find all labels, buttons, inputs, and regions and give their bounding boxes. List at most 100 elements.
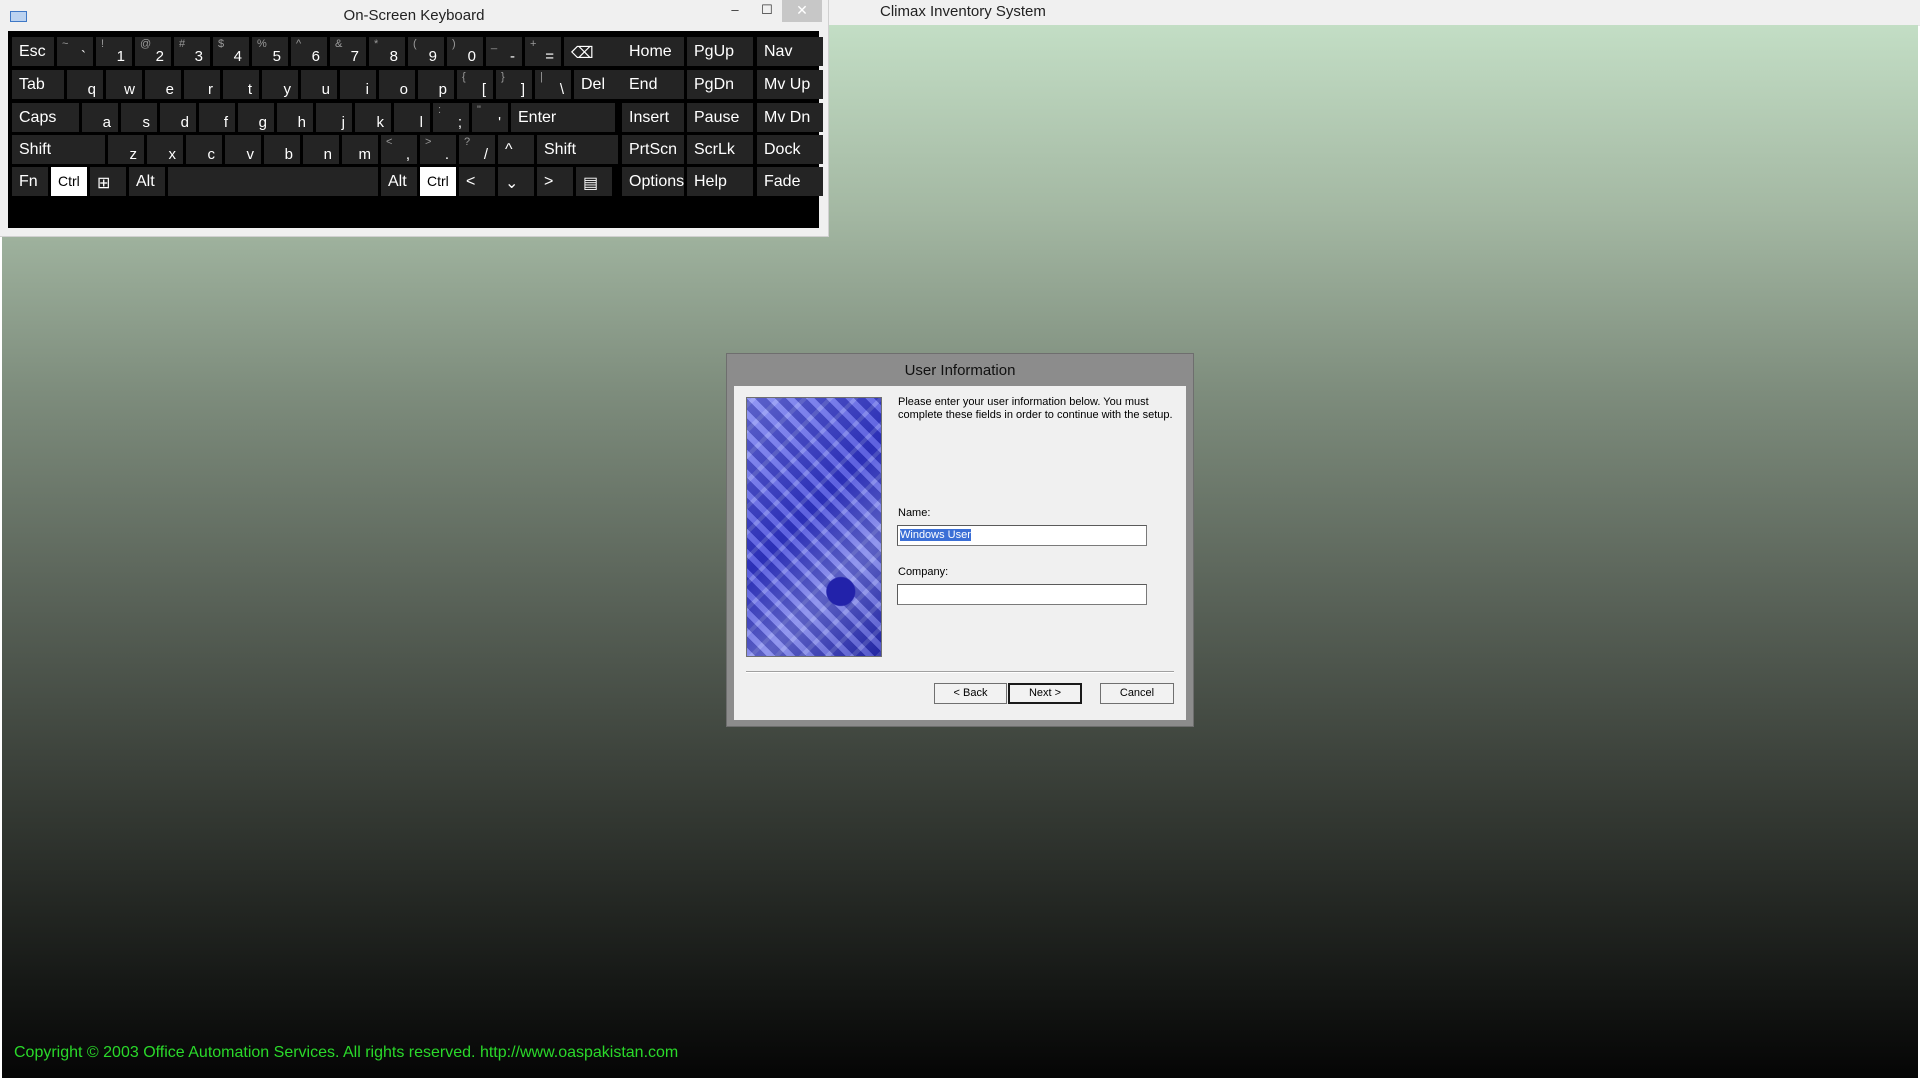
back-button[interactable]: < Back [934,683,1007,704]
osk-key-][interactable]: }] [496,70,532,99]
osk-key-label: x [168,146,177,163]
osk-key-shift-label: ! [101,38,105,50]
osk-key-home[interactable]: Home [622,37,684,66]
osk-titlebar[interactable]: On-Screen Keyboard – ☐ ✕ [0,0,828,30]
osk-key-/[interactable]: ? / [459,135,495,164]
osk-key-d[interactable]: d [160,103,196,132]
osk-key-⊞[interactable]: ⊞ [90,167,126,196]
osk-key-dock[interactable]: Dock [757,135,823,164]
osk-key-r[interactable]: r [184,70,220,99]
osk-key-alt[interactable]: Alt [129,167,165,196]
osk-key-ctrl[interactable]: Ctrl [51,167,87,196]
company-field[interactable] [897,584,1147,605]
osk-key-z[interactable]: z [108,135,144,164]
osk-key-j[interactable]: j [316,103,352,132]
osk-key-shift-label: _ [491,38,498,50]
osk-key-6[interactable]: ^ 6 [291,37,327,66]
osk-key-a[interactable]: a [82,103,118,132]
osk-key-alt[interactable]: Alt [381,167,417,196]
osk-key-t[interactable]: t [223,70,259,99]
close-button[interactable]: ✕ [782,0,822,22]
osk-key-b[interactable]: b [264,135,300,164]
osk-key-help[interactable]: Help [687,167,753,196]
osk-key-label: ' [498,114,501,131]
name-field[interactable]: Windows User [897,525,1147,546]
osk-key-c[interactable]: c [186,135,222,164]
osk-key-w[interactable]: w [106,70,142,99]
osk-key-prtscn[interactable]: PrtScn [622,135,684,164]
osk-key-1[interactable]: ! 1 [96,37,132,66]
osk-key-⌄[interactable]: ⌄ [498,167,534,196]
osk-key-7[interactable]: & 7 [330,37,366,66]
osk-key-4[interactable]: $4 [213,37,249,66]
osk-key-fade[interactable]: Fade [757,167,823,196]
osk-key-label: PgDn [694,76,735,93]
osk-key-u[interactable]: u [301,70,337,99]
osk-key-s[interactable]: s [121,103,157,132]
osk-key-options[interactable]: Options [622,167,684,196]
osk-key-v[interactable]: v [225,135,261,164]
osk-key->[interactable]: > [537,167,573,196]
osk-key-m[interactable]: m [342,135,378,164]
osk-key-shift[interactable]: Shift [537,135,618,164]
osk-key-9[interactable]: (9 [408,37,444,66]
osk-key-g[interactable]: g [238,103,274,132]
osk-key-;[interactable]: :; [433,103,469,132]
osk-key-\[interactable]: | \ [535,70,571,99]
osk-key--[interactable]: _ - [486,37,522,66]
osk-key-esc[interactable]: Esc [12,37,54,66]
osk-key-pgdn[interactable]: PgDn [687,70,753,99]
osk-key-del[interactable]: Del [574,70,623,99]
osk-key-q[interactable]: q [67,70,103,99]
osk-key-pause[interactable]: Pause [687,103,753,132]
osk-key-8[interactable]: * 8 [369,37,405,66]
osk-key-▤[interactable]: ▤ [576,167,612,196]
osk-key-2[interactable]: @2 [135,37,171,66]
osk-key-⌫[interactable]: ⌫ [564,37,629,66]
osk-key-f[interactable]: f [199,103,235,132]
osk-key-space[interactable] [168,167,378,196]
osk-key-label: z [129,146,138,163]
osk-key-n[interactable]: n [303,135,339,164]
osk-key-x[interactable]: x [147,135,183,164]
osk-key-.[interactable]: >. [420,135,456,164]
osk-key-i[interactable]: i [340,70,376,99]
osk-key-[[interactable]: {[ [457,70,493,99]
osk-key-nav[interactable]: Nav [757,37,823,66]
osk-key-l[interactable]: l [394,103,430,132]
minimize-button[interactable]: – [718,0,752,22]
osk-key-'[interactable]: " ' [472,103,508,132]
osk-key-mv-dn[interactable]: Mv Dn [757,103,823,132]
osk-key-0[interactable]: ) 0 [447,37,483,66]
osk-key-p[interactable]: p [418,70,454,99]
osk-key-3[interactable]: #3 [174,37,210,66]
osk-key-scrlk[interactable]: ScrLk [687,135,753,164]
osk-key-fn[interactable]: Fn [12,167,48,196]
osk-key-ctrl[interactable]: Ctrl [420,167,456,196]
osk-key-^[interactable]: ^ [498,135,534,164]
osk-key-<[interactable]: < [459,167,495,196]
osk-key-label: b [284,146,293,163]
osk-key-caps[interactable]: Caps [12,103,79,132]
osk-key-label: - [510,48,515,65]
osk-key-`[interactable]: ~ ` [57,37,93,66]
osk-key-e[interactable]: e [145,70,181,99]
osk-key-o[interactable]: o [379,70,415,99]
next-button[interactable]: Next > [1008,683,1082,704]
osk-key-k[interactable]: k [355,103,391,132]
osk-key-tab[interactable]: Tab [12,70,64,99]
osk-key-insert[interactable]: Insert [622,103,684,132]
osk-key-enter[interactable]: Enter [511,103,615,132]
osk-key-y[interactable]: y [262,70,298,99]
osk-key-shift[interactable]: Shift [12,135,105,164]
osk-key-5[interactable]: % 5 [252,37,288,66]
osk-key-end[interactable]: End [622,70,684,99]
osk-key-,[interactable]: <, [381,135,417,164]
osk-key-mv-up[interactable]: Mv Up [757,70,823,99]
osk-key-=[interactable]: + = [525,37,561,66]
osk-key-h[interactable]: h [277,103,313,132]
maximize-button[interactable]: ☐ [752,0,782,22]
osk-key-label: Caps [19,109,57,126]
cancel-button[interactable]: Cancel [1100,683,1174,704]
osk-key-pgup[interactable]: PgUp [687,37,753,66]
